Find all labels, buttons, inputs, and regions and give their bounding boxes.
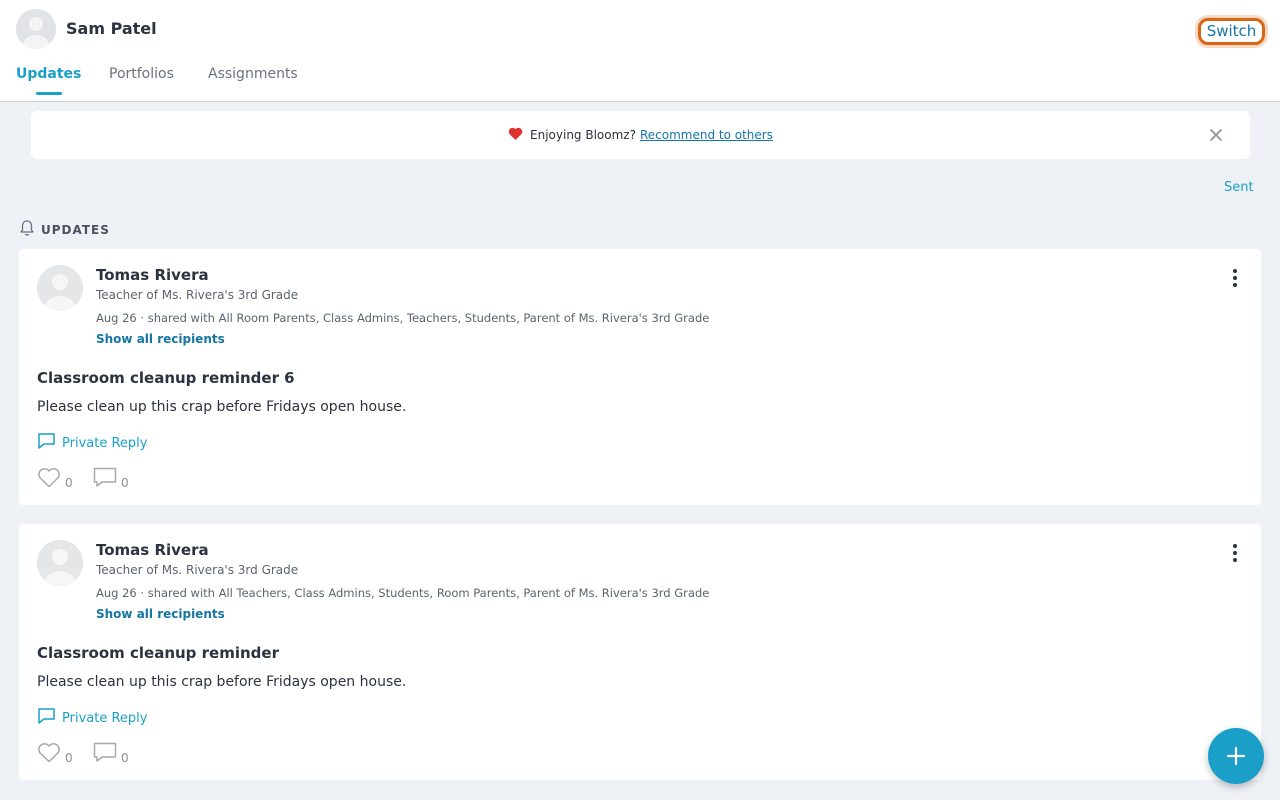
post-title: Classroom cleanup reminder 6: [37, 369, 295, 387]
more-options-icon[interactable]: [1227, 542, 1243, 564]
compose-button[interactable]: [1208, 728, 1264, 784]
like-count: 0: [65, 475, 73, 490]
author-name[interactable]: Tomas Rivera: [96, 266, 209, 284]
author-avatar[interactable]: [37, 540, 83, 586]
heart-outline-icon: [37, 467, 61, 492]
tab-portfolios[interactable]: Portfolios: [109, 66, 174, 82]
switch-button[interactable]: Switch: [1198, 18, 1265, 45]
section-title-label: UPDATES: [41, 223, 110, 237]
private-reply-label: Private Reply: [62, 710, 148, 726]
app-header: Sam Patel Switch Updates Portfolios Assi…: [0, 0, 1280, 102]
tab-assignments[interactable]: Assignments: [208, 66, 298, 82]
recommend-banner: Enjoying Bloomz? Recommend to others: [31, 111, 1250, 159]
author-role: Teacher of Ms. Rivera's 3rd Grade: [96, 288, 299, 302]
comment-icon: [93, 742, 117, 767]
user-avatar[interactable]: [16, 9, 56, 49]
sent-link[interactable]: Sent: [1224, 180, 1254, 195]
update-card: Tomas Rivera Teacher of Ms. Rivera's 3rd…: [19, 249, 1261, 505]
more-options-icon[interactable]: [1227, 267, 1243, 289]
author-avatar[interactable]: [37, 265, 83, 311]
avatar-placeholder-icon: [37, 265, 83, 311]
close-icon[interactable]: [1206, 125, 1226, 145]
comment-count: 0: [121, 750, 129, 765]
section-title: UPDATES: [19, 219, 110, 241]
post-meta: Aug 26 · shared with All Teachers, Class…: [96, 586, 710, 600]
private-reply-label: Private Reply: [62, 435, 148, 451]
private-reply-button[interactable]: Private Reply: [37, 708, 147, 728]
plus-icon: [1226, 746, 1246, 766]
banner-text: Enjoying Bloomz?: [530, 128, 636, 142]
tab-updates[interactable]: Updates: [16, 66, 81, 82]
avatar-placeholder-icon: [16, 9, 56, 49]
comment-count: 0: [121, 475, 129, 490]
post-meta: Aug 26 · shared with All Room Parents, C…: [96, 311, 710, 325]
heart-icon: [508, 127, 523, 143]
heart-outline-icon: [37, 742, 61, 767]
user-name: Sam Patel: [66, 19, 157, 38]
post-body: Please clean up this crap before Fridays…: [37, 399, 407, 415]
comment-button[interactable]: 0: [93, 742, 129, 767]
show-all-recipients-link[interactable]: Show all recipients: [96, 607, 225, 621]
comment-icon: [93, 467, 117, 492]
like-count: 0: [65, 750, 73, 765]
chat-bubble-icon: [37, 707, 56, 729]
like-button[interactable]: 0: [37, 742, 73, 767]
post-body: Please clean up this crap before Fridays…: [37, 674, 407, 690]
chat-bubble-icon: [37, 432, 56, 454]
like-button[interactable]: 0: [37, 467, 73, 492]
bell-icon: [19, 219, 35, 241]
private-reply-button[interactable]: Private Reply: [37, 433, 147, 453]
update-card: Tomas Rivera Teacher of Ms. Rivera's 3rd…: [19, 524, 1261, 780]
show-all-recipients-link[interactable]: Show all recipients: [96, 332, 225, 346]
recommend-link[interactable]: Recommend to others: [640, 128, 773, 142]
author-name[interactable]: Tomas Rivera: [96, 541, 209, 559]
avatar-placeholder-icon: [37, 540, 83, 586]
post-title: Classroom cleanup reminder: [37, 644, 279, 662]
comment-button[interactable]: 0: [93, 467, 129, 492]
active-tab-indicator: [36, 92, 62, 95]
author-role: Teacher of Ms. Rivera's 3rd Grade: [96, 563, 299, 577]
